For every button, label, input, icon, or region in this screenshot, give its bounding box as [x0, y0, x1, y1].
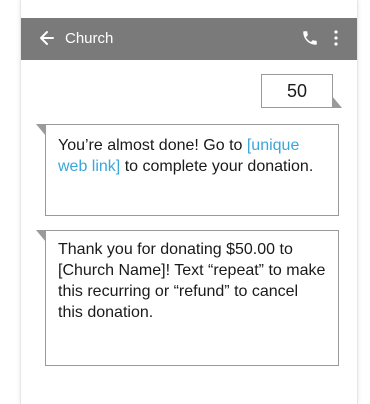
message-text: You’re almost done! Go to	[58, 137, 247, 154]
received-message: You’re almost done! Go to [unique web li…	[36, 124, 339, 216]
phone-frame: Church 50 You’re almost done! Go to [uni…	[20, 0, 358, 404]
message-text: to complete your donation.	[120, 158, 314, 175]
sent-message-text: 50	[286, 81, 308, 101]
conversation-title: Church	[65, 30, 114, 47]
message-text: Thank you for donating $50.00 to [Church…	[58, 241, 326, 321]
sent-message: 50	[261, 74, 342, 108]
back-arrow-icon[interactable]	[37, 28, 55, 48]
phone-icon[interactable]	[301, 29, 319, 47]
more-vertical-icon[interactable]	[332, 29, 340, 47]
app-bar: Church	[21, 18, 357, 60]
received-message: Thank you for donating $50.00 to [Church…	[36, 230, 339, 366]
